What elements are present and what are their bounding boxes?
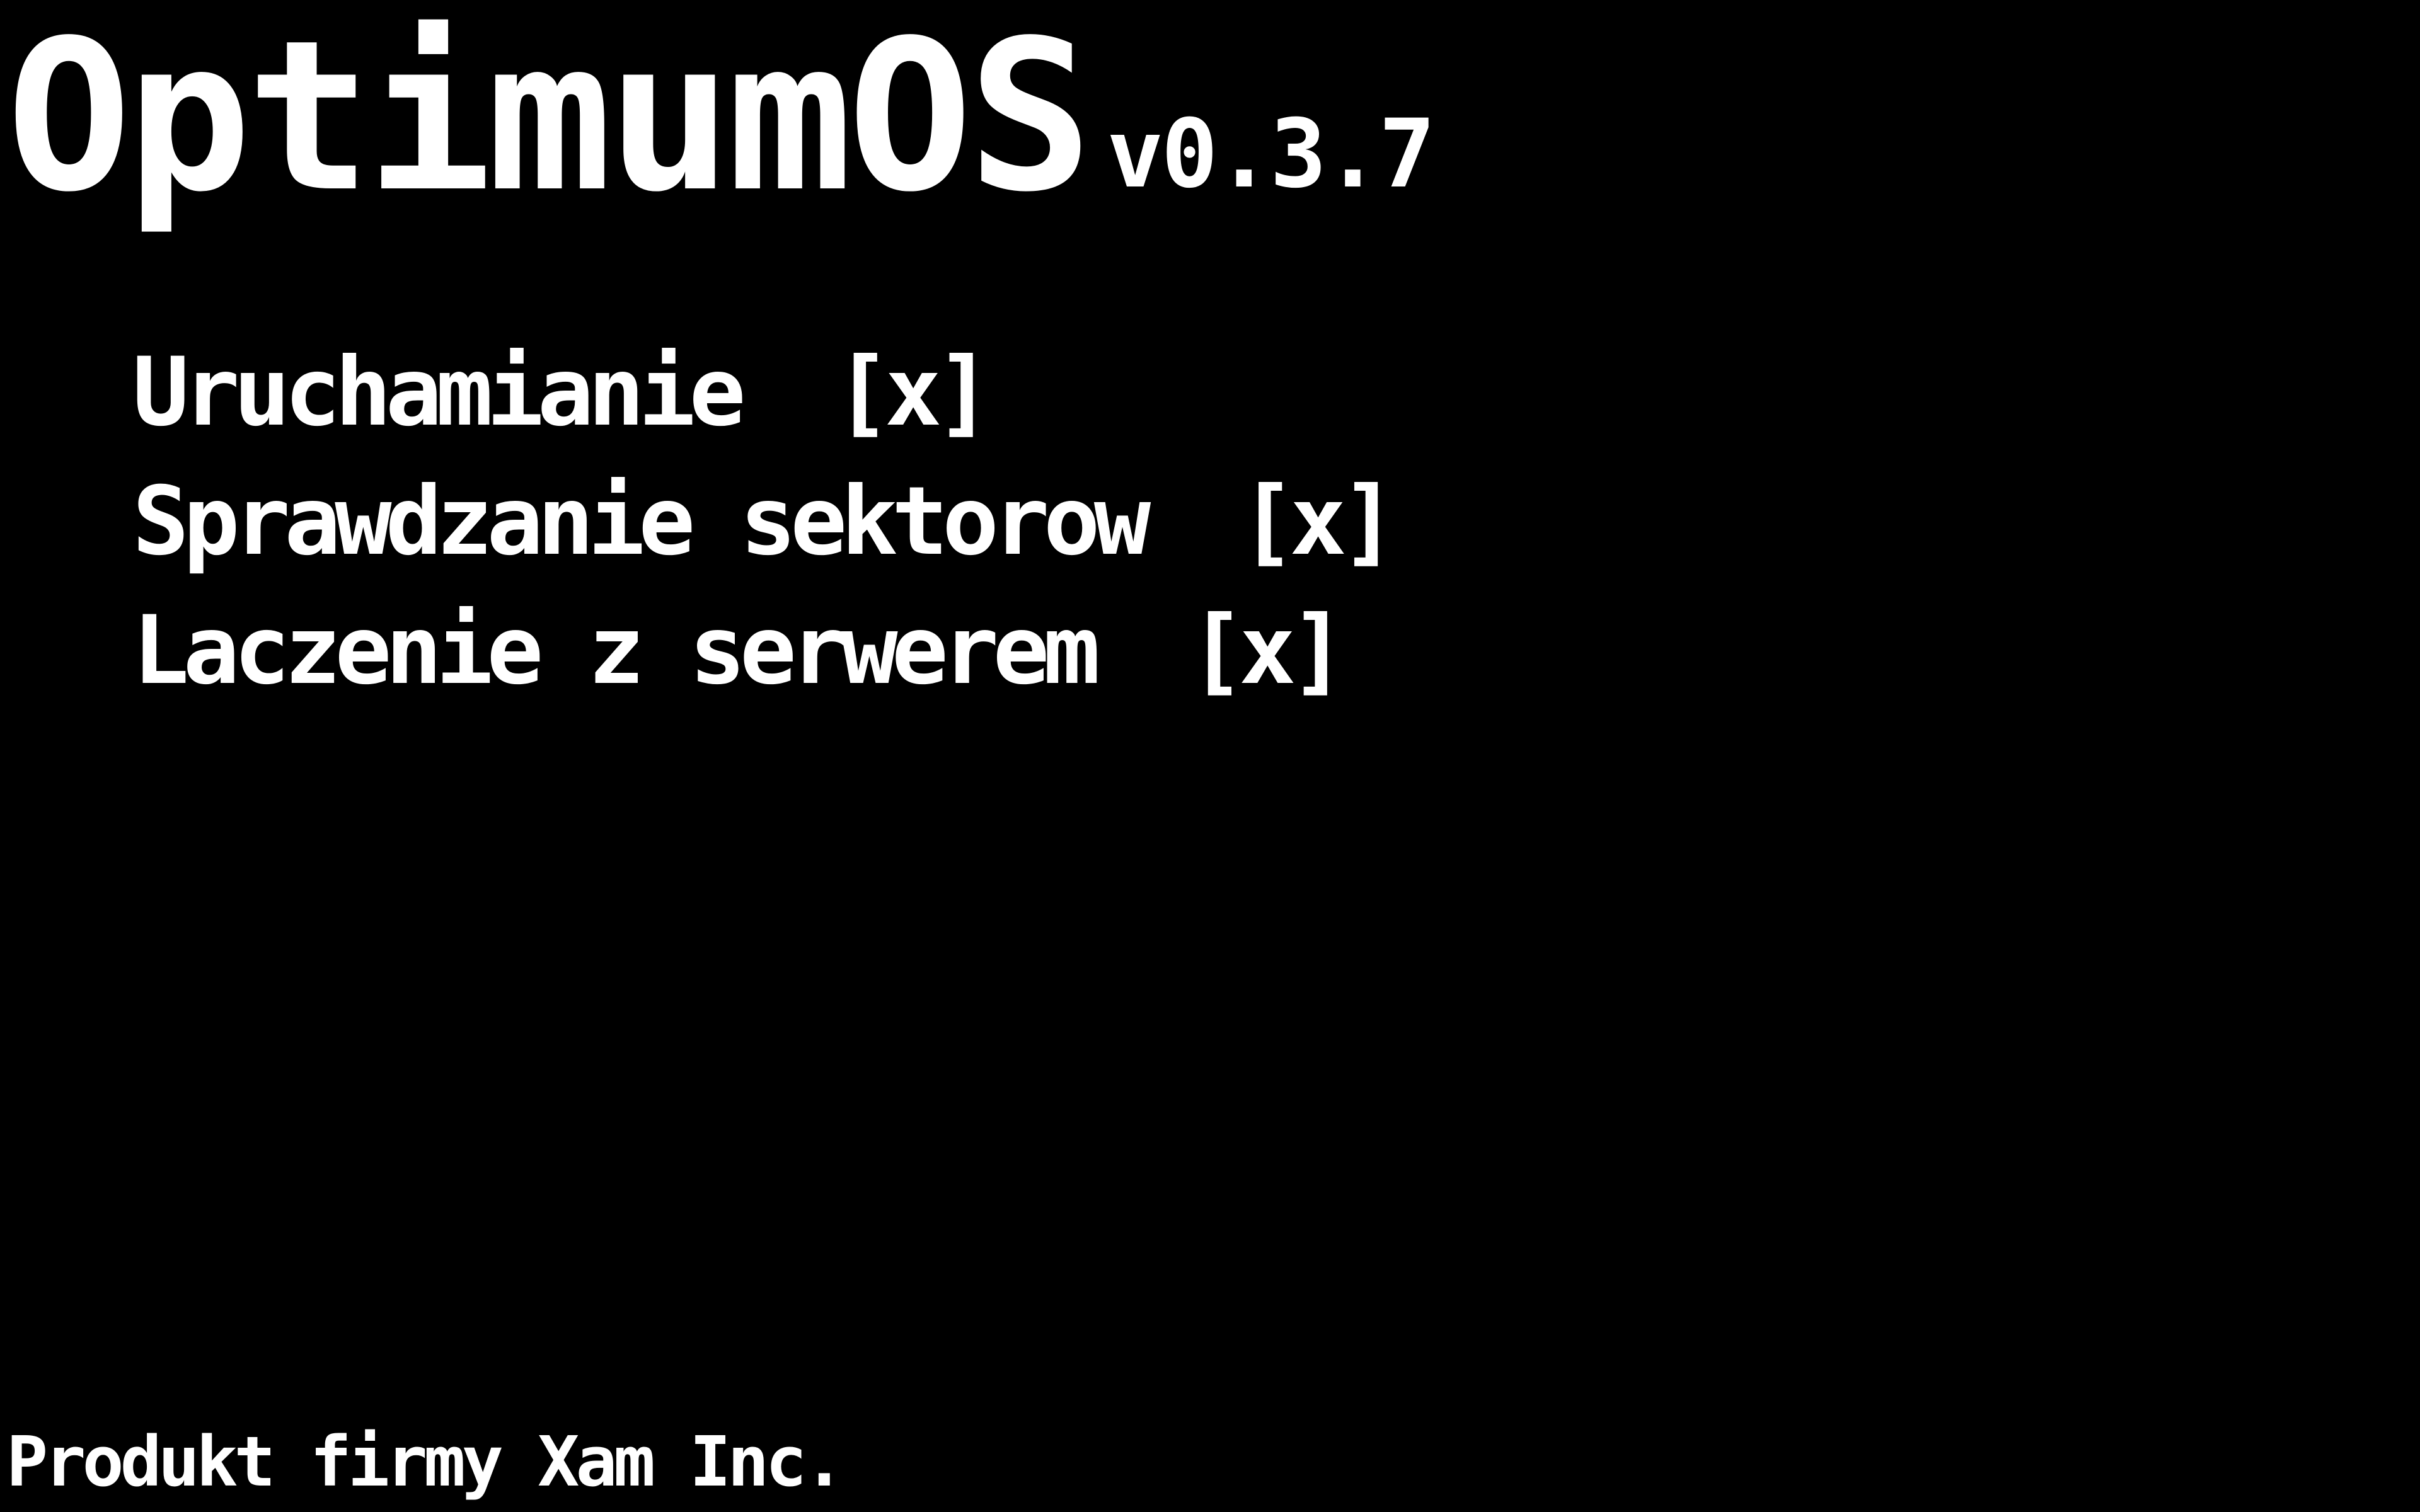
os-name-title: OptimumOS	[6, 0, 1093, 238]
boot-step-sector-check: Sprawdzanie sektorow [x]	[132, 457, 1397, 586]
boot-step-status: [x]	[1239, 466, 1397, 576]
os-version-label: v0.3.7	[1107, 100, 1436, 209]
footer-credit: Produkt firmy Xam Inc.	[6, 1421, 845, 1502]
boot-step-list: Uruchamianie [x] Sprawdzanie sektorow [x…	[132, 328, 1397, 715]
boot-step-status: [x]	[834, 337, 993, 447]
boot-step-label: Laczenie z serwerem	[132, 595, 1100, 706]
boot-step-label: Sprawdzanie sektorow	[132, 466, 1151, 576]
boot-screen: OptimumOS v0.3.7 Uruchamianie [x] Sprawd…	[0, 0, 2420, 1512]
title-bar: OptimumOS v0.3.7	[6, 0, 1436, 238]
boot-step-server-connect: Laczenie z serwerem [x]	[132, 586, 1391, 715]
boot-step-label: Uruchamianie	[132, 337, 746, 447]
boot-step-status: [x]	[1188, 595, 1347, 706]
boot-step-startup: Uruchamianie [x]	[132, 328, 1391, 457]
